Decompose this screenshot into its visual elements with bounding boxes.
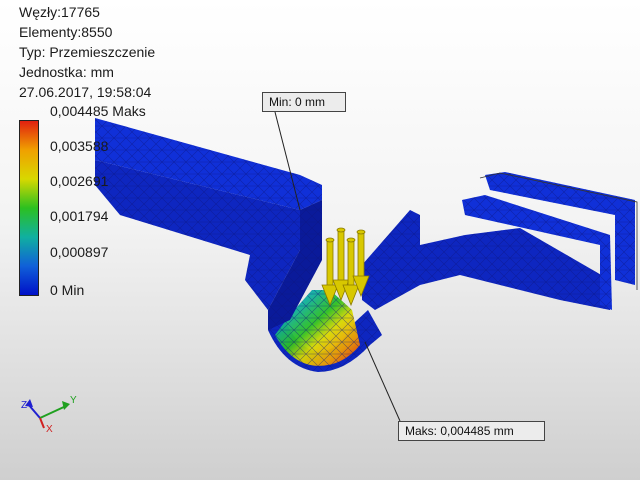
max-leader-line xyxy=(364,341,401,422)
min-value-callout[interactable]: Min: 0 mm xyxy=(262,92,346,112)
max-value-callout[interactable]: Maks: 0,004485 mm xyxy=(398,421,545,441)
legend-label-3: 0,002691 xyxy=(50,173,109,189)
legend-label-min: 0 Min xyxy=(50,282,85,298)
legend-label-5: 0,000897 xyxy=(50,244,109,260)
info-panel: Węzły:17765 Elementy:8550 Typ: Przemiesz… xyxy=(19,2,155,102)
nodes-count: Węzły:17765 xyxy=(19,4,100,20)
elements-count: Elementy:8550 xyxy=(19,24,113,40)
legend-label-4: 0,001794 xyxy=(50,208,109,224)
result-type: Typ: Przemieszczenie xyxy=(19,44,156,60)
result-timestamp: 27.06.2017, 19:58:04 xyxy=(19,84,152,100)
legend-label-2: 0,003588 xyxy=(50,138,109,154)
axis-triad[interactable]: Z Y X xyxy=(21,395,77,435)
right-arm xyxy=(362,172,638,310)
axis-x-label: X xyxy=(46,424,53,435)
color-legend-bar xyxy=(19,120,39,296)
legend-label-max: 0,004485 Maks xyxy=(50,103,146,119)
axis-y-label: Y xyxy=(70,395,77,406)
axis-z-label: Z xyxy=(21,400,27,411)
result-unit: Jednostka: mm xyxy=(19,64,114,80)
load-arrows xyxy=(321,227,370,307)
